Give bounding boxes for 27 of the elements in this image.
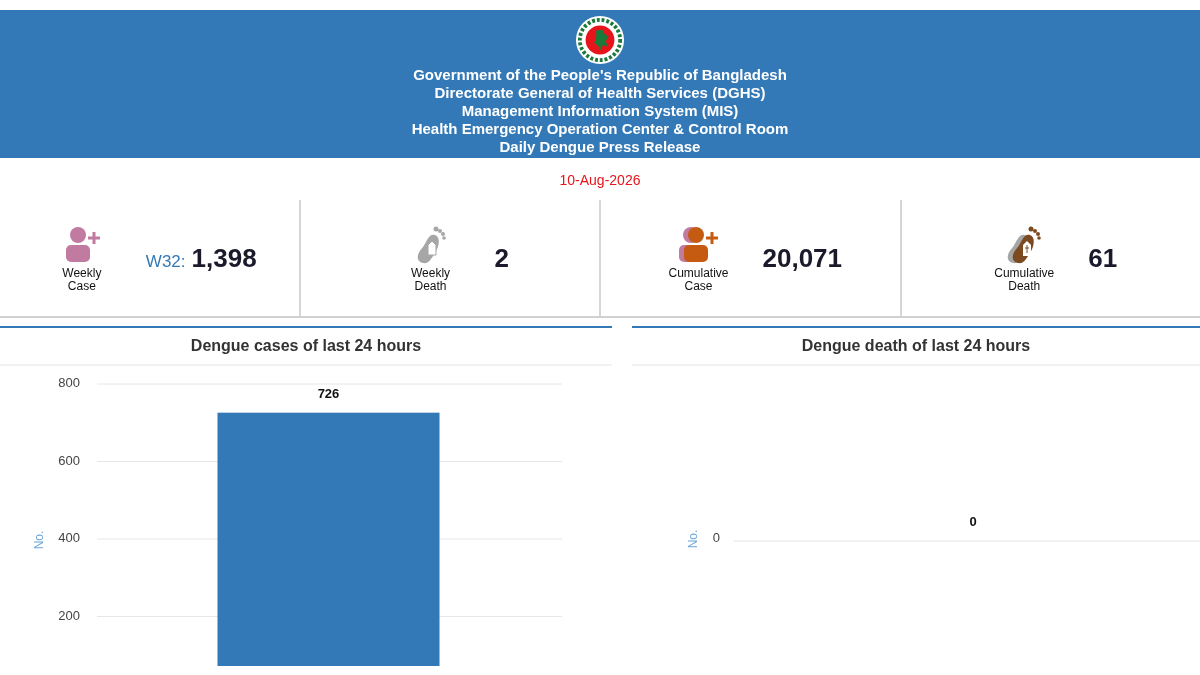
stat-value: 1,398 bbox=[191, 241, 257, 275]
header-title-line: Management Information System (MIS) bbox=[461, 102, 739, 120]
header-title-line: Health Emergency Operation Center & Control Room bbox=[411, 120, 789, 138]
chart-title: Dengue cases of last 24 hours bbox=[190, 336, 422, 356]
week-label: W32: bbox=[145, 250, 186, 273]
stat-label: Weekly Case bbox=[61, 267, 103, 293]
axis-tick-label: 200 bbox=[58, 607, 80, 623]
axis-title: No. bbox=[32, 530, 47, 550]
emblem-logo bbox=[575, 15, 625, 65]
header-title-line: Daily Dengue Press Release bbox=[499, 138, 701, 156]
stat-value: 2 bbox=[494, 241, 509, 275]
report-date: 10-Aug-2026 bbox=[559, 172, 641, 188]
chart-title: Dengue death of last 24 hours bbox=[801, 336, 1031, 356]
axis-tick-label: 600 bbox=[58, 452, 80, 468]
stat-label: Cumulative Death bbox=[993, 267, 1056, 293]
stat-value: 20,071 bbox=[762, 241, 842, 275]
header-title-line: Directorate General of Health Services (DGHS) bbox=[434, 84, 766, 102]
data-label: 726 bbox=[317, 386, 340, 402]
axis-tick-label: 800 bbox=[58, 375, 80, 391]
stat-label: Cumulative Case bbox=[667, 267, 730, 293]
axis-tick-label: 400 bbox=[58, 530, 80, 546]
axis-title: No. bbox=[686, 529, 701, 549]
stat-value: 61 bbox=[1088, 241, 1118, 275]
stat-label: Weekly Death bbox=[409, 267, 452, 293]
data-label: 0 bbox=[969, 514, 977, 530]
header-title-line: Government of the People's Republic of Bangladesh bbox=[413, 66, 787, 84]
axis-tick-label: 0 bbox=[712, 530, 720, 546]
